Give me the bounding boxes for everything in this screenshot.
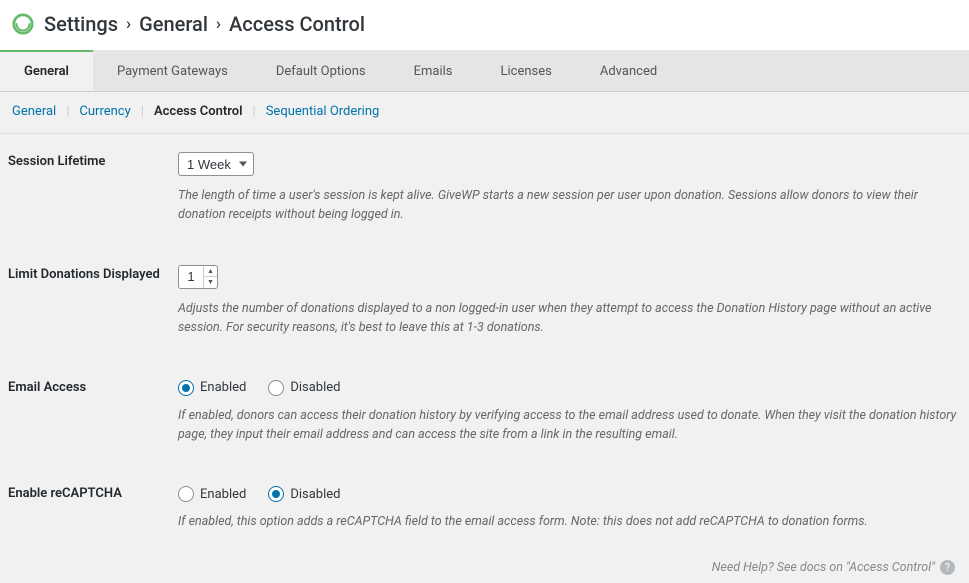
- chevron-right-icon: ›: [216, 14, 221, 34]
- session-lifetime-help: The length of time a user's session is k…: [178, 186, 961, 225]
- subtab-access-control[interactable]: Access Control: [150, 104, 247, 119]
- session-lifetime-label: Session Lifetime: [8, 152, 178, 169]
- radio-label: Enabled: [200, 487, 246, 502]
- field-email-access: Email Access Enabled Disabled If enabled…: [8, 378, 961, 445]
- radio-label: Disabled: [290, 487, 340, 502]
- subtab-separator: |: [66, 104, 69, 119]
- radio-unchecked-icon: [178, 486, 194, 502]
- field-recaptcha: Enable reCAPTCHA Enabled Disabled If ena…: [8, 484, 961, 531]
- subtab-sequential-ordering[interactable]: Sequential Ordering: [262, 104, 384, 119]
- page-header: Settings › General › Access Control: [0, 0, 969, 50]
- email-access-label: Email Access: [8, 378, 178, 395]
- subtab-separator: |: [141, 104, 144, 119]
- radio-label: Enabled: [200, 380, 246, 395]
- limit-donations-label: Limit Donations Displayed: [8, 265, 178, 282]
- recaptcha-help: If enabled, this option adds a reCAPTCHA…: [178, 512, 961, 531]
- tab-payment-gateways[interactable]: Payment Gateways: [93, 50, 252, 91]
- help-icon[interactable]: ?: [940, 560, 955, 575]
- tab-advanced[interactable]: Advanced: [576, 50, 681, 91]
- settings-form: Session Lifetime 1 Week The length of ti…: [0, 134, 969, 552]
- email-access-help: If enabled, donors can access their dona…: [178, 406, 961, 445]
- limit-donations-input[interactable]: [179, 266, 203, 288]
- radio-label: Disabled: [290, 380, 340, 395]
- recaptcha-radios: Enabled Disabled: [178, 484, 961, 502]
- tab-default-options[interactable]: Default Options: [252, 50, 390, 91]
- recaptcha-disabled[interactable]: Disabled: [268, 486, 340, 502]
- radio-checked-icon: [178, 380, 194, 396]
- limit-donations-help: Adjusts the number of donations displaye…: [178, 299, 961, 338]
- breadcrumb-section: General: [139, 12, 208, 36]
- chevron-right-icon: ›: [126, 14, 131, 34]
- session-lifetime-select[interactable]: 1 Week: [178, 152, 254, 176]
- give-logo-icon: [12, 13, 34, 35]
- radio-checked-icon: [268, 486, 284, 502]
- secondary-tabs: General | Currency | Access Control | Se…: [0, 92, 969, 134]
- stepper-up-icon[interactable]: ▲: [204, 266, 217, 278]
- subtab-general[interactable]: General: [8, 104, 60, 119]
- footer-help-link[interactable]: Need Help? See docs on "Access Control": [712, 560, 935, 575]
- email-access-enabled[interactable]: Enabled: [178, 380, 246, 396]
- primary-tabs: General Payment Gateways Default Options…: [0, 50, 969, 92]
- limit-donations-stepper[interactable]: ▲ ▼: [178, 265, 218, 289]
- email-access-disabled[interactable]: Disabled: [268, 380, 340, 396]
- recaptcha-enabled[interactable]: Enabled: [178, 486, 246, 502]
- email-access-radios: Enabled Disabled: [178, 378, 961, 396]
- tab-emails[interactable]: Emails: [390, 50, 477, 91]
- subtab-currency[interactable]: Currency: [75, 104, 134, 119]
- breadcrumb-root: Settings: [44, 12, 118, 36]
- recaptcha-label: Enable reCAPTCHA: [8, 484, 178, 501]
- tab-general[interactable]: General: [0, 50, 93, 91]
- radio-unchecked-icon: [268, 380, 284, 396]
- footer-help: Need Help? See docs on "Access Control" …: [0, 552, 969, 583]
- field-limit-donations: Limit Donations Displayed ▲ ▼ Adjusts th…: [8, 265, 961, 338]
- stepper-down-icon[interactable]: ▼: [204, 277, 217, 288]
- breadcrumb: Settings › General › Access Control: [44, 12, 365, 36]
- tab-licenses[interactable]: Licenses: [477, 50, 576, 91]
- field-session-lifetime: Session Lifetime 1 Week The length of ti…: [8, 152, 961, 225]
- breadcrumb-page: Access Control: [229, 12, 365, 36]
- subtab-separator: |: [253, 104, 256, 119]
